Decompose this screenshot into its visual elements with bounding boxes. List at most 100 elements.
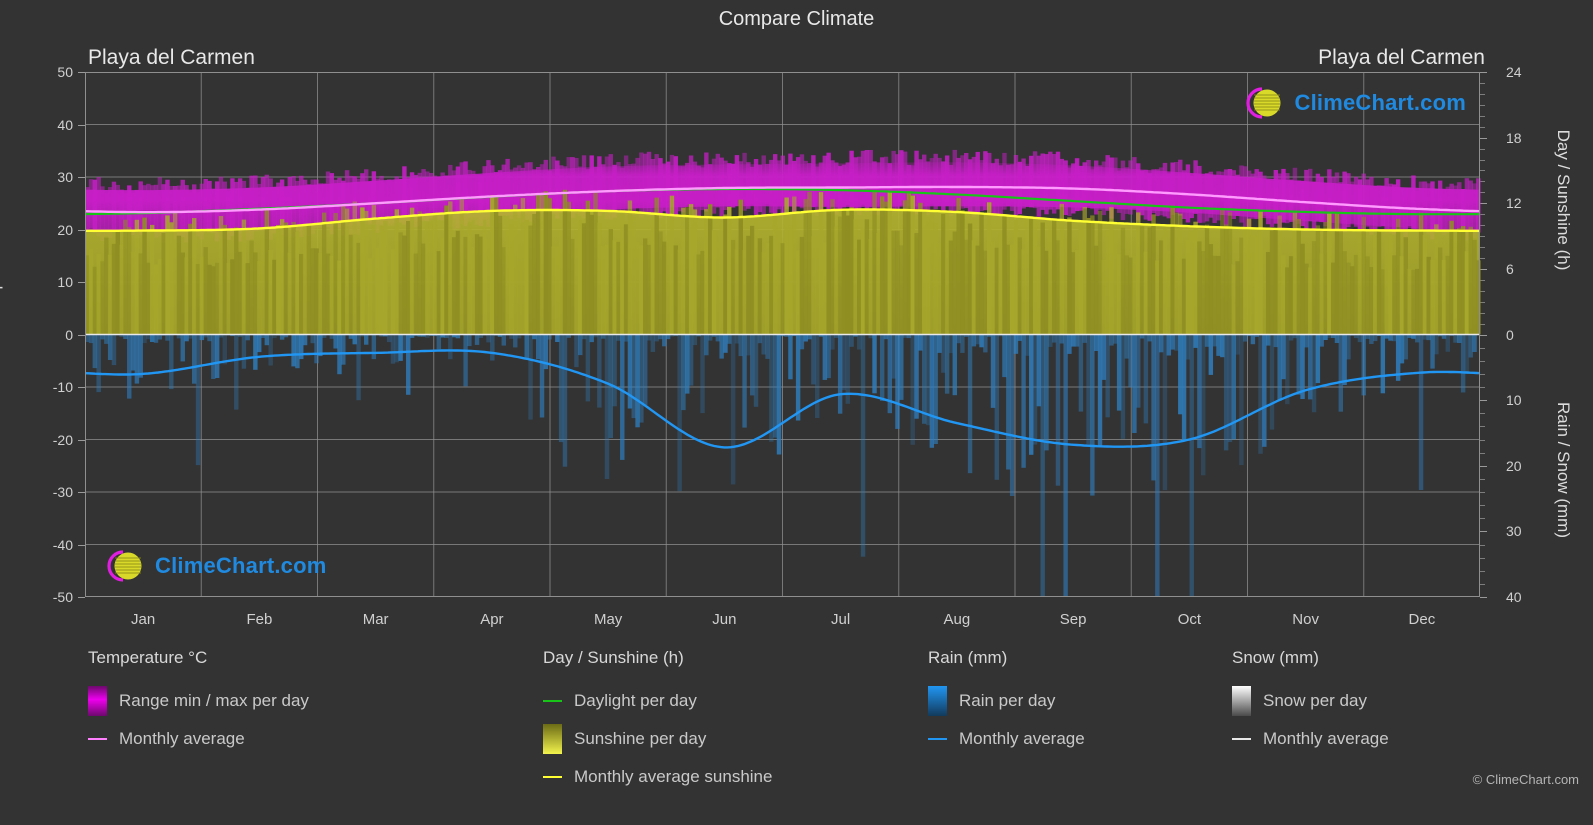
legend-item[interactable]: Range min / max per day	[88, 682, 309, 720]
temperature-tick-label: 0	[65, 326, 73, 343]
axis-tick	[1480, 137, 1487, 139]
axis-tick	[1480, 268, 1487, 270]
legend-item-label: Snow per day	[1263, 691, 1367, 710]
axis-tick	[78, 544, 85, 546]
watermark-text-top: ClimeChart.com	[1294, 90, 1466, 115]
axis-minor-tick	[1480, 247, 1485, 248]
axis-minor-tick	[1480, 452, 1485, 454]
copyright-notice: © ClimeChart.com	[1472, 772, 1579, 787]
legend-item[interactable]: Monthly average	[88, 720, 309, 758]
axis-tick	[78, 124, 85, 126]
legend-item[interactable]: Monthly average	[1232, 720, 1389, 758]
legend-item-label: Monthly average	[119, 729, 245, 748]
month-tick-label: Jul	[831, 611, 851, 628]
axis-minor-tick	[1480, 93, 1485, 95]
temperature-axis: 50 40 30 20 10 0 -10 -20 -30 -40 -50	[0, 64, 85, 605]
sunshine-tick-label: 12	[1506, 195, 1522, 212]
month-tick-label: Mar	[362, 611, 389, 628]
sunshine-tick-label: 6	[1506, 260, 1514, 277]
temperature-tick-label: -50	[52, 589, 73, 605]
climechart-logo-icon-2	[107, 550, 142, 582]
rain-tick-label: 10	[1506, 392, 1522, 409]
axis-minor-tick	[1480, 170, 1485, 172]
axis-minor-tick	[1480, 373, 1485, 375]
rain-snow-axis-label: Rain / Snow (mm)	[1554, 401, 1573, 539]
axis-minor-tick	[1480, 214, 1485, 216]
axis-minor-tick	[1480, 518, 1485, 520]
axis-minor-tick	[1480, 583, 1485, 585]
climate-plot[interactable]: ClimeChart.com ClimeChart.com	[84, 72, 1481, 597]
axis-minor-tick	[1480, 181, 1485, 183]
temperature-tick-label: -20	[52, 431, 73, 448]
axis-minor-tick	[1480, 115, 1485, 117]
temperature-tick-label: 30	[57, 169, 73, 185]
legend-line	[1232, 738, 1251, 740]
legend-item[interactable]: Monthly average sunshine	[543, 758, 772, 796]
axis-minor-tick	[1480, 570, 1485, 572]
legend-item[interactable]: Rain per day	[928, 682, 1085, 720]
axis-minor-tick	[1480, 225, 1485, 227]
rain-tick-label: 30	[1506, 523, 1522, 540]
sunshine-tick-label: 18	[1506, 129, 1522, 146]
month-tick-label: Sep	[1059, 611, 1087, 628]
axis-tick	[1480, 400, 1487, 402]
axis-tick	[1480, 597, 1487, 598]
climechart-logo-icon	[1246, 87, 1281, 119]
month-tick-label: Jan	[131, 611, 156, 628]
legend-item[interactable]: Sunshine per day	[543, 720, 772, 758]
legend-group: Day / Sunshine (h) Daylight per day Sunshi…	[543, 648, 772, 796]
legend-item[interactable]: Monthly average	[928, 720, 1085, 758]
temperature-tick-label: 40	[57, 116, 73, 133]
axis-tick	[78, 72, 85, 73]
legend-group-title: Rain (mm)	[928, 648, 1008, 667]
axis-minor-tick	[1480, 104, 1485, 106]
month-axis: Jan Feb Mar Apr May Jun Jul Aug Sep Oct Nov Dec	[85, 597, 1480, 637]
axis-minor-tick	[1480, 387, 1485, 388]
watermark-logo-top: ClimeChart.com	[1236, 84, 1466, 122]
axis-tick	[78, 229, 85, 231]
axis-minor-tick	[1480, 257, 1485, 259]
temperature-tick-label: 50	[57, 64, 73, 80]
month-tick-label: Oct	[1177, 611, 1202, 628]
axis-minor-tick	[1480, 82, 1485, 84]
month-tick-label: Dec	[1408, 611, 1436, 628]
plot-frame	[85, 72, 1480, 597]
rain-tick-label: 20	[1506, 457, 1522, 474]
legend-line	[543, 776, 562, 778]
legend-group-title: Temperature °C	[88, 648, 208, 667]
left-location-label: Playa del Carmen	[88, 46, 255, 69]
axis-tick	[78, 177, 85, 178]
axis-minor-tick	[1480, 426, 1485, 428]
legend-group-title: Day / Sunshine (h)	[543, 648, 684, 667]
temperature-tick-label: -30	[52, 484, 73, 500]
axis-tick	[78, 492, 85, 493]
sunshine-tick-label: 24	[1506, 64, 1522, 80]
watermark-logo-bottom: ClimeChart.com	[97, 547, 327, 585]
axis-minor-tick	[1480, 323, 1485, 325]
month-tick-label: Nov	[1292, 611, 1319, 628]
axis-tick	[78, 282, 85, 283]
axis-minor-tick	[1480, 126, 1485, 128]
right-location-label: Playa del Carmen	[1318, 46, 1485, 69]
axis-minor-tick	[1480, 439, 1485, 441]
axis-minor-tick	[1480, 360, 1485, 362]
month-tick-label: May	[593, 611, 623, 628]
axis-minor-tick	[1480, 505, 1485, 507]
legend-item-label: Monthly average sunshine	[574, 767, 773, 786]
temperature-tick-label: -40	[52, 536, 73, 553]
axis-tick	[78, 597, 85, 598]
legend-item-label: Monthly average	[1263, 729, 1389, 748]
legend-item[interactable]: Daylight per day	[543, 682, 772, 720]
legend-group: Rain (mm) Rain per day Monthly average	[928, 648, 1085, 758]
axis-minor-tick	[1480, 347, 1485, 349]
legend-item[interactable]: Snow per day	[1232, 682, 1389, 720]
axis-minor-tick	[1480, 557, 1485, 559]
page-title: Compare Climate	[718, 8, 875, 30]
axis-minor-tick	[1480, 492, 1485, 493]
legend-group: Temperature °C Range min / max per day Mon…	[88, 648, 309, 758]
month-tick-label: Feb	[246, 611, 273, 628]
axis-tick	[1480, 203, 1487, 205]
axis-minor-tick	[1480, 192, 1485, 194]
axis-minor-tick	[1480, 301, 1485, 303]
axis-tick	[78, 334, 85, 336]
